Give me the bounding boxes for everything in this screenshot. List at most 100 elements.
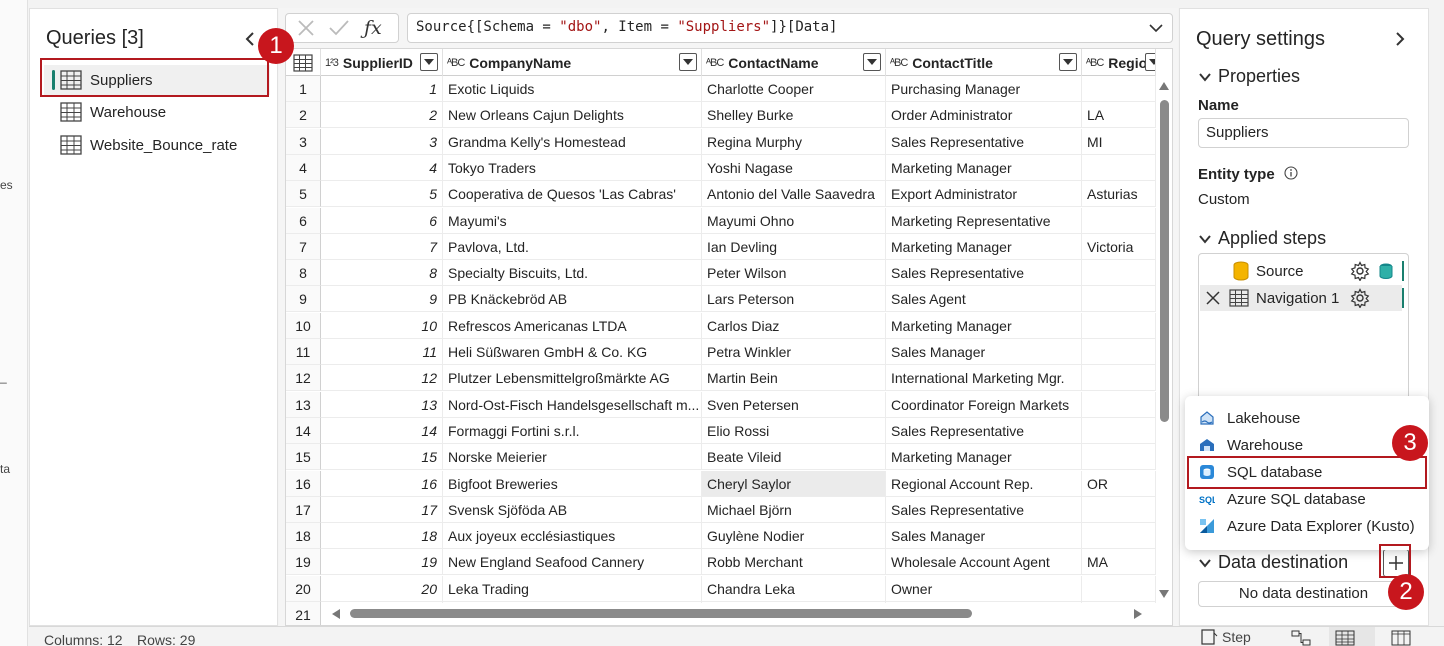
step-settings-gear-icon[interactable] — [1350, 261, 1370, 281]
table-cell[interactable]: Marketing Manager — [886, 444, 1082, 471]
row-number[interactable]: 20 — [286, 575, 321, 602]
table-cell[interactable]: 14 — [321, 417, 443, 444]
table-cell[interactable] — [1082, 496, 1156, 523]
step-navigation-1[interactable]: Navigation 1 — [1200, 285, 1404, 311]
row-number[interactable]: 4 — [286, 154, 321, 181]
delete-step-x-icon[interactable] — [1205, 290, 1221, 306]
column-filter-dropdown-icon[interactable] — [863, 53, 881, 71]
row-number[interactable]: 13 — [286, 391, 321, 418]
table-cell[interactable]: Grandma Kelly's Homestead — [443, 128, 702, 155]
table-cell[interactable]: PB Knäckebröd AB — [443, 286, 702, 313]
table-cell[interactable]: Export Administrator — [886, 181, 1082, 208]
row-number[interactable]: 16 — [286, 470, 321, 497]
row-number[interactable]: 11 — [286, 339, 321, 365]
table-cell[interactable]: Leka Trading — [443, 575, 702, 602]
table-cell[interactable]: New England Seafood Cannery — [443, 549, 702, 576]
table-cell[interactable]: Wholesale Account Agent — [886, 549, 1082, 576]
column-header-contactname[interactable]: ᴬBC ContactName — [702, 49, 886, 76]
row-number[interactable]: 8 — [286, 260, 321, 287]
table-cell[interactable]: Michael Björn — [702, 496, 886, 523]
table-cell[interactable]: Petra Winkler — [702, 339, 886, 365]
applied-steps-section-header[interactable]: Applied steps — [1198, 228, 1326, 249]
row-number[interactable]: 12 — [286, 365, 321, 392]
table-row[interactable]: 4 4 Tokyo Traders Yoshi Nagase Marketing Man… — [286, 154, 1156, 181]
table-cell[interactable] — [1082, 391, 1156, 418]
table-row[interactable]: 20 20 Leka Trading Chandra Leka Owner — [286, 575, 1156, 602]
table-cell[interactable]: Exotic Liquids — [443, 76, 702, 102]
column-header-region[interactable]: ᴬBC Region — [1082, 49, 1156, 76]
menu-item-lakehouse[interactable]: Lakehouse — [1189, 405, 1425, 431]
table-cell[interactable]: Ian Devling — [702, 233, 886, 260]
column-filter-dropdown-icon[interactable] — [1059, 53, 1077, 71]
table-cell[interactable]: Beate Vileid — [702, 444, 886, 471]
table-cell[interactable]: 11 — [321, 339, 443, 365]
row-number[interactable]: 19 — [286, 549, 321, 576]
table-cell[interactable]: 7 — [321, 233, 443, 260]
table-cell[interactable]: Marketing Manager — [886, 312, 1082, 339]
commit-check-icon[interactable] — [328, 18, 350, 38]
table-cell[interactable]: Specialty Biscuits, Ltd. — [443, 260, 702, 287]
scroll-left-arrow-icon[interactable] — [332, 609, 340, 619]
table-cell[interactable]: Cooperativa de Quesos 'Las Cabras' — [443, 181, 702, 208]
table-cell[interactable]: Charlotte Cooper — [702, 76, 886, 102]
table-cell[interactable]: Sales Representative — [886, 496, 1082, 523]
table-cell[interactable]: Tokyo Traders — [443, 154, 702, 181]
table-cell[interactable]: 10 — [321, 312, 443, 339]
row-number[interactable]: 21 — [286, 602, 321, 625]
scroll-down-arrow-icon[interactable] — [1159, 590, 1169, 598]
column-filter-dropdown-icon[interactable] — [679, 53, 697, 71]
diagram-view-icon[interactable] — [1291, 630, 1311, 646]
column-header-supplierid[interactable]: 1²3 SupplierID — [321, 49, 443, 76]
table-cell[interactable] — [1082, 154, 1156, 181]
table-cell[interactable]: Nord-Ost-Fisch Handelsgesellschaft m... — [443, 391, 702, 418]
scroll-up-arrow-icon[interactable] — [1159, 82, 1169, 90]
table-cell[interactable]: New Orleans Cajun Delights — [443, 102, 702, 129]
table-row[interactable]: 5 5 Cooperativa de Quesos 'Las Cabras' Anto… — [286, 181, 1156, 208]
column-header-contacttitle[interactable]: ᴬBC ContactTitle — [886, 49, 1082, 76]
table-cell[interactable]: 4 — [321, 154, 443, 181]
query-item-website-bounce-rate[interactable]: Website_Bounce_rate — [44, 130, 270, 160]
table-cell[interactable]: Owner — [886, 575, 1082, 602]
table-cell[interactable]: OR — [1082, 470, 1156, 497]
scroll-right-arrow-icon[interactable] — [1134, 609, 1142, 619]
chevron-right-icon[interactable] — [1390, 29, 1410, 49]
schema-view-icon[interactable] — [1391, 630, 1411, 646]
table-cell[interactable]: Victoria — [1082, 233, 1156, 260]
table-cell[interactable]: Sales Representative — [886, 260, 1082, 287]
table-cell[interactable]: Refrescos Americanas LTDA — [443, 312, 702, 339]
table-cell[interactable]: Chandra Leka — [702, 575, 886, 602]
table-cell[interactable]: 17 — [321, 496, 443, 523]
table-cell[interactable]: Carlos Diaz — [702, 312, 886, 339]
table-cell[interactable] — [1082, 207, 1156, 234]
row-number[interactable]: 2 — [286, 102, 321, 129]
table-cell[interactable]: Marketing Manager — [886, 233, 1082, 260]
menu-item-warehouse[interactable]: Warehouse — [1189, 432, 1425, 458]
table-row[interactable]: 6 6 Mayumi's Mayumi Ohno Marketing Represent… — [286, 207, 1156, 234]
table-cell[interactable]: 6 — [321, 207, 443, 234]
grid-view-icon[interactable] — [1335, 630, 1355, 646]
table-cell[interactable]: 15 — [321, 444, 443, 471]
table-cell[interactable] — [1082, 417, 1156, 444]
column-filter-dropdown-icon[interactable] — [420, 53, 438, 71]
column-header-companyname[interactable]: ᴬBC CompanyName — [443, 49, 702, 76]
table-cell[interactable]: Heli Süßwaren GmbH & Co. KG — [443, 339, 702, 365]
table-cell[interactable]: 1 — [321, 76, 443, 102]
table-cell[interactable]: Marketing Manager — [886, 154, 1082, 181]
step-view-button[interactable]: Step — [1200, 629, 1251, 645]
table-cell[interactable] — [1082, 76, 1156, 102]
row-number[interactable]: 18 — [286, 523, 321, 550]
table-cell[interactable] — [1082, 575, 1156, 602]
table-cell[interactable]: Purchasing Manager — [886, 76, 1082, 102]
table-row[interactable]: 8 8 Specialty Biscuits, Ltd. Peter Wilson Sa… — [286, 260, 1156, 287]
table-cell[interactable]: Formaggi Fortini s.r.l. — [443, 417, 702, 444]
table-cell[interactable] — [1082, 260, 1156, 287]
table-cell[interactable] — [1082, 339, 1156, 365]
table-row[interactable]: 12 12 Plutzer Lebensmittelgroßmärkte AG Mar… — [286, 365, 1156, 392]
table-cell[interactable]: International Marketing Mgr. — [886, 365, 1082, 392]
table-cell[interactable]: Coordinator Foreign Markets — [886, 391, 1082, 418]
info-icon[interactable] — [1284, 166, 1298, 180]
table-row[interactable]: 15 15 Norske Meierier Beate Vileid Marketing… — [286, 444, 1156, 471]
table-cell[interactable]: LA — [1082, 102, 1156, 129]
table-cell[interactable]: Robb Merchant — [702, 549, 886, 576]
table-cell[interactable]: Mayumi Ohno — [702, 207, 886, 234]
